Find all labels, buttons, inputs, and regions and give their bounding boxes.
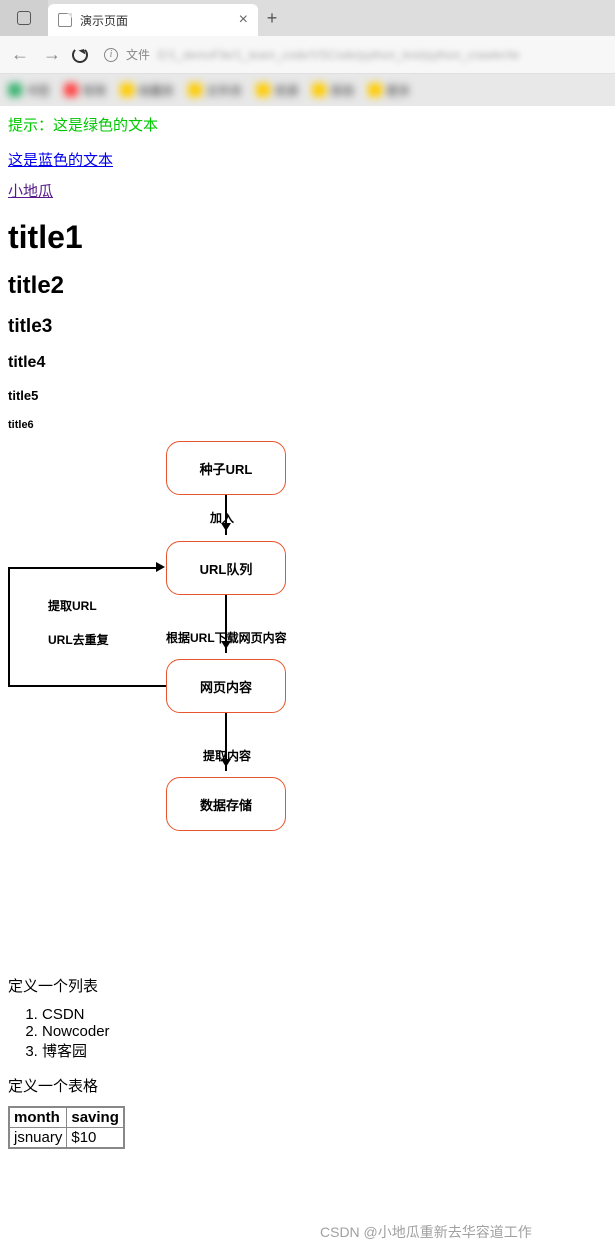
tab-bar: 演示页面 × + [0,0,615,36]
table-row: jsnuary $10 [9,1128,124,1149]
address-path: E/1_demoFile/1_team_code/VSCode/python_t… [158,48,520,62]
list-section-label: 定义一个列表 [8,975,607,996]
browser-tab[interactable]: 演示页面 × [48,4,258,36]
bookmarks-bar: 书签 常用 收藏夹 文件夹 资源 其他 更多 [0,74,615,106]
flowchart-label-download: 根据URL下载网页内容 [166,629,287,646]
address-type-label: 文件 [126,46,150,63]
green-hint-text: 提示：这是绿色的文本 [8,114,607,135]
list-item: CSDN [42,1006,607,1023]
flowchart-diagram: 种子URL 加入 URL队列 根据URL下载网页内容 网页内容 提取内容 数据存… [8,441,348,961]
purple-visited-link[interactable]: 小地瓜 [8,180,607,201]
heading-1: title1 [8,219,607,256]
back-button[interactable]: ← [8,44,32,65]
table-section-label: 定义一个表格 [8,1075,607,1096]
flowchart-box-data-store: 数据存储 [166,777,286,831]
table-cell-month: jsnuary [9,1128,67,1149]
flowchart-label-extract: 提取内容 [203,747,251,764]
table-header-saving: saving [67,1107,124,1128]
close-tab-button[interactable]: × [239,12,248,28]
flowchart-loop-line-bottom [8,685,166,687]
tab-corner-button[interactable] [0,0,48,36]
table-cell-saving: $10 [67,1128,124,1149]
flowchart-side-extract-url: 提取URL [48,597,97,614]
window-icon [17,11,31,25]
list-item: 博客园 [42,1040,607,1061]
table-header-month: month [9,1107,67,1128]
page-icon [58,13,72,27]
heading-2: title2 [8,272,607,300]
reload-icon [72,47,88,63]
browser-chrome: 演示页面 × + ← → i 文件 E/1_demoFile/1_team_co… [0,0,615,106]
forward-button: → [40,44,64,65]
list-item: Nowcoder [42,1023,607,1040]
heading-6: title6 [8,419,607,431]
page-content: 提示：这是绿色的文本 这是蓝色的文本 小地瓜 title1 title2 tit… [0,106,615,1193]
info-icon: i [104,48,118,62]
table-header-row: month saving [9,1107,124,1128]
flowchart-arrow-1 [225,495,227,535]
data-table: month saving jsnuary $10 [8,1106,125,1149]
watermark-text: CSDN @小地瓜重新去华容道工作 [320,1222,532,1242]
address-input[interactable]: i 文件 E/1_demoFile/1_team_code/VSCode/pyt… [104,46,607,63]
new-tab-button[interactable]: + [258,0,286,36]
flowchart-box-page-content: 网页内容 [166,659,286,713]
ordered-list: CSDN Nowcoder 博客园 [8,1006,607,1061]
flowchart-loop-line-left [8,567,10,687]
reload-button[interactable] [72,47,96,63]
flowchart-loop-line-top [8,567,158,569]
heading-3: title3 [8,316,607,338]
tab-title: 演示页面 [80,12,128,29]
flowchart-box-seed-url: 种子URL [166,441,286,495]
flowchart-box-url-queue: URL队列 [166,541,286,595]
heading-5: title5 [8,388,607,403]
heading-4: title4 [8,354,607,372]
flowchart-side-dedupe: URL去重复 [48,631,109,648]
flowchart-loop-arrowhead [156,562,170,572]
address-bar: ← → i 文件 E/1_demoFile/1_team_code/VSCode… [0,36,615,74]
blue-link[interactable]: 这是蓝色的文本 [8,149,607,170]
